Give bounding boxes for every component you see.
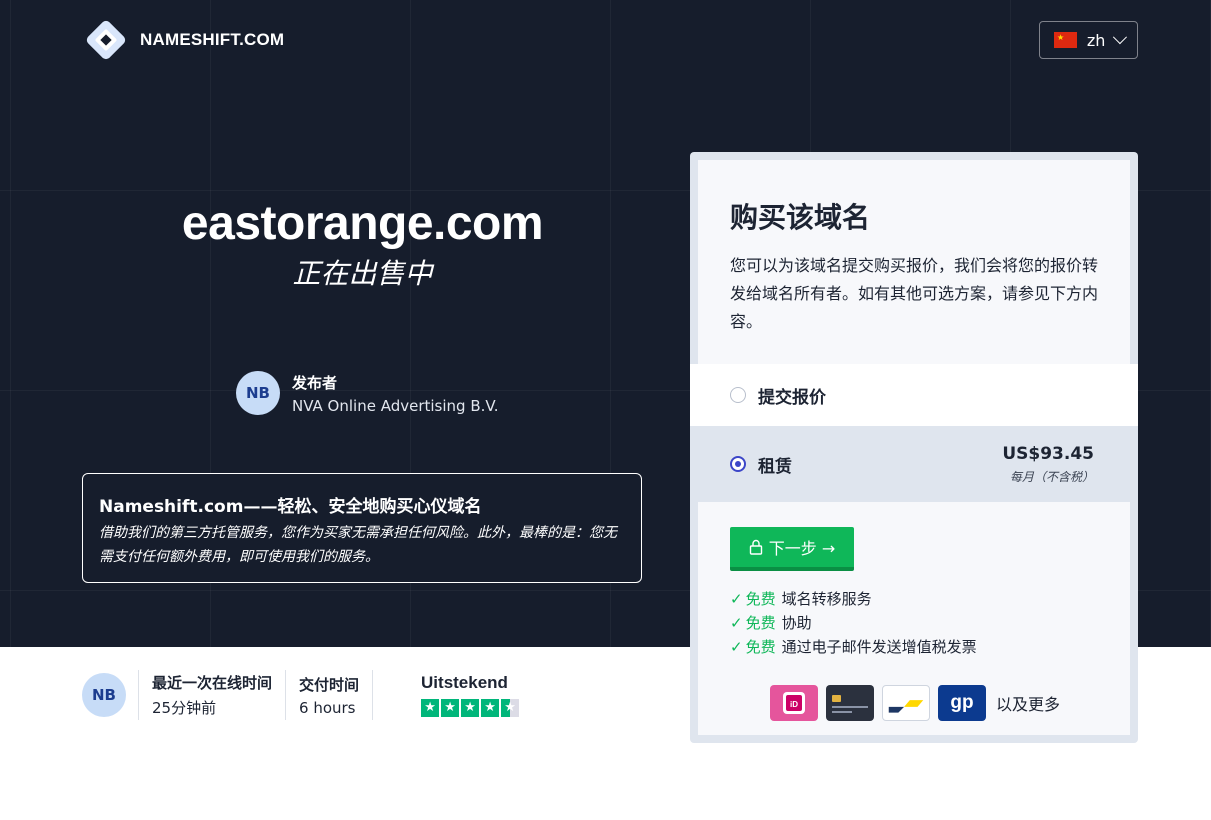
trustpilot-star-icon: ★ bbox=[421, 699, 440, 717]
trustpilot-star-icon: ★ bbox=[461, 699, 480, 717]
ideal-icon: iD bbox=[770, 685, 818, 721]
chevron-down-icon bbox=[1113, 30, 1128, 44]
promo-box: Nameshift.com——轻松、安全地购买心仪域名 借助我们的第三方托管服务… bbox=[82, 473, 642, 583]
trustpilot-rating[interactable]: Uitstekend ★ ★ ★ ★ ★ bbox=[421, 673, 520, 717]
perk-free: 免费 bbox=[745, 638, 776, 656]
option-rent[interactable]: 租赁 US$93.45 每月（不含税） bbox=[690, 426, 1138, 502]
offer-label: 提交报价 bbox=[758, 387, 826, 408]
card-header: 购买该域名 您可以为该域名提交购买报价，我们会将您的报价转发给域名所有者。如有其… bbox=[698, 160, 1130, 364]
bancontact-icon bbox=[882, 685, 930, 721]
gp-icon: gp bbox=[938, 685, 986, 721]
offer-radio[interactable] bbox=[730, 387, 746, 403]
trustpilot-label: Uitstekend bbox=[421, 673, 508, 692]
card-description: 您可以为该域名提交购买报价，我们会将您的报价转发给域名所有者。如有其他可选方案，… bbox=[730, 256, 1099, 331]
last-online-stat: 最近一次在线时间 25分钟前 bbox=[138, 670, 285, 720]
delivery-time-label: 交付时间 bbox=[299, 675, 360, 694]
last-online-label: 最近一次在线时间 bbox=[152, 674, 273, 692]
seller-avatar: NB bbox=[82, 673, 126, 717]
publisher-avatar: NB bbox=[236, 371, 280, 415]
card-actions: 下一步 → ✓ 免费 域名转移服务 ✓ 免费 协助 ✓ 免费 通过电子邮件发送增… bbox=[698, 502, 1130, 735]
last-online-value: 25分钟前 bbox=[152, 699, 217, 717]
publisher-name: NVA Online Advertising B.V. bbox=[292, 396, 499, 415]
svg-text:iD: iD bbox=[790, 700, 798, 709]
more-payments-text: 以及更多 bbox=[996, 695, 1061, 714]
lock-icon bbox=[749, 539, 763, 555]
publisher-info: NB 发布者 NVA Online Advertising B.V. bbox=[236, 371, 498, 415]
rent-price: US$93.45 bbox=[1002, 443, 1094, 464]
for-sale-subtitle: 正在出售中 bbox=[292, 257, 433, 290]
rent-radio[interactable] bbox=[730, 456, 746, 472]
promo-text: 借助我们的第三方托管服务，您作为买家无需承担任何风险。此外，最棒的是：您无需支付… bbox=[99, 525, 617, 565]
next-step-button[interactable]: 下一步 → bbox=[730, 527, 854, 571]
nameshift-logo-icon bbox=[82, 16, 130, 64]
perks-list: ✓ 免费 域名转移服务 ✓ 免费 协助 ✓ 免费 通过电子邮件发送增值税发票 bbox=[730, 587, 1098, 659]
check-icon: ✓ bbox=[730, 638, 743, 656]
language-code: zh bbox=[1086, 30, 1106, 50]
logo[interactable]: NAMESHIFT.COM bbox=[82, 16, 284, 64]
domain-title: eastorange.com bbox=[181, 197, 544, 250]
trustpilot-star-icon: ★ bbox=[481, 699, 500, 717]
buy-domain-card: 购买该域名 您可以为该域名提交购买报价，我们会将您的报价转发给域名所有者。如有其… bbox=[690, 152, 1138, 743]
payment-methods: iD gp 以及更多 bbox=[770, 685, 1060, 721]
promo-title: Nameshift.com——轻松、安全地购买心仪域名 bbox=[99, 497, 482, 517]
china-flag-icon: ★ bbox=[1054, 32, 1077, 48]
credit-card-icon bbox=[826, 685, 874, 721]
perk-item: ✓ 免费 协助 bbox=[730, 611, 1098, 635]
delivery-time-stat: 交付时间 6 hours bbox=[285, 670, 372, 720]
trustpilot-star-icon: ★ bbox=[501, 699, 520, 717]
trustpilot-star-icon: ★ bbox=[441, 699, 460, 717]
trustpilot-stars: ★ ★ ★ ★ ★ bbox=[421, 699, 520, 717]
perk-free: 免费 bbox=[745, 590, 776, 608]
card-title: 购买该域名 bbox=[730, 201, 871, 234]
seller-stats: NB 最近一次在线时间 25分钟前 交付时间 6 hours Uitsteken… bbox=[82, 670, 520, 720]
perk-item: ✓ 免费 域名转移服务 bbox=[730, 587, 1098, 611]
check-icon: ✓ bbox=[730, 590, 743, 608]
language-selector[interactable]: ★ zh bbox=[1039, 21, 1138, 59]
logo-text: NAMESHIFT.COM bbox=[140, 30, 285, 49]
check-icon: ✓ bbox=[730, 614, 743, 632]
rent-label: 租赁 bbox=[758, 456, 792, 477]
rent-price-block: US$93.45 每月（不含税） bbox=[1002, 444, 1094, 485]
option-make-offer[interactable]: 提交报价 bbox=[690, 364, 1138, 426]
rent-price-note: 每月（不含税） bbox=[1009, 469, 1094, 484]
publisher-label: 发布者 bbox=[292, 373, 338, 392]
perk-free: 免费 bbox=[745, 614, 776, 632]
next-step-label: 下一步 → bbox=[768, 539, 836, 558]
stats-divider bbox=[372, 670, 374, 720]
perk-text: 通过电子邮件发送增值税发票 bbox=[781, 638, 977, 656]
perk-item: ✓ 免费 通过电子邮件发送增值税发票 bbox=[730, 635, 1098, 659]
perk-text: 域名转移服务 bbox=[781, 590, 872, 608]
delivery-time-value: 6 hours bbox=[299, 698, 356, 717]
perk-text: 协助 bbox=[781, 614, 812, 632]
